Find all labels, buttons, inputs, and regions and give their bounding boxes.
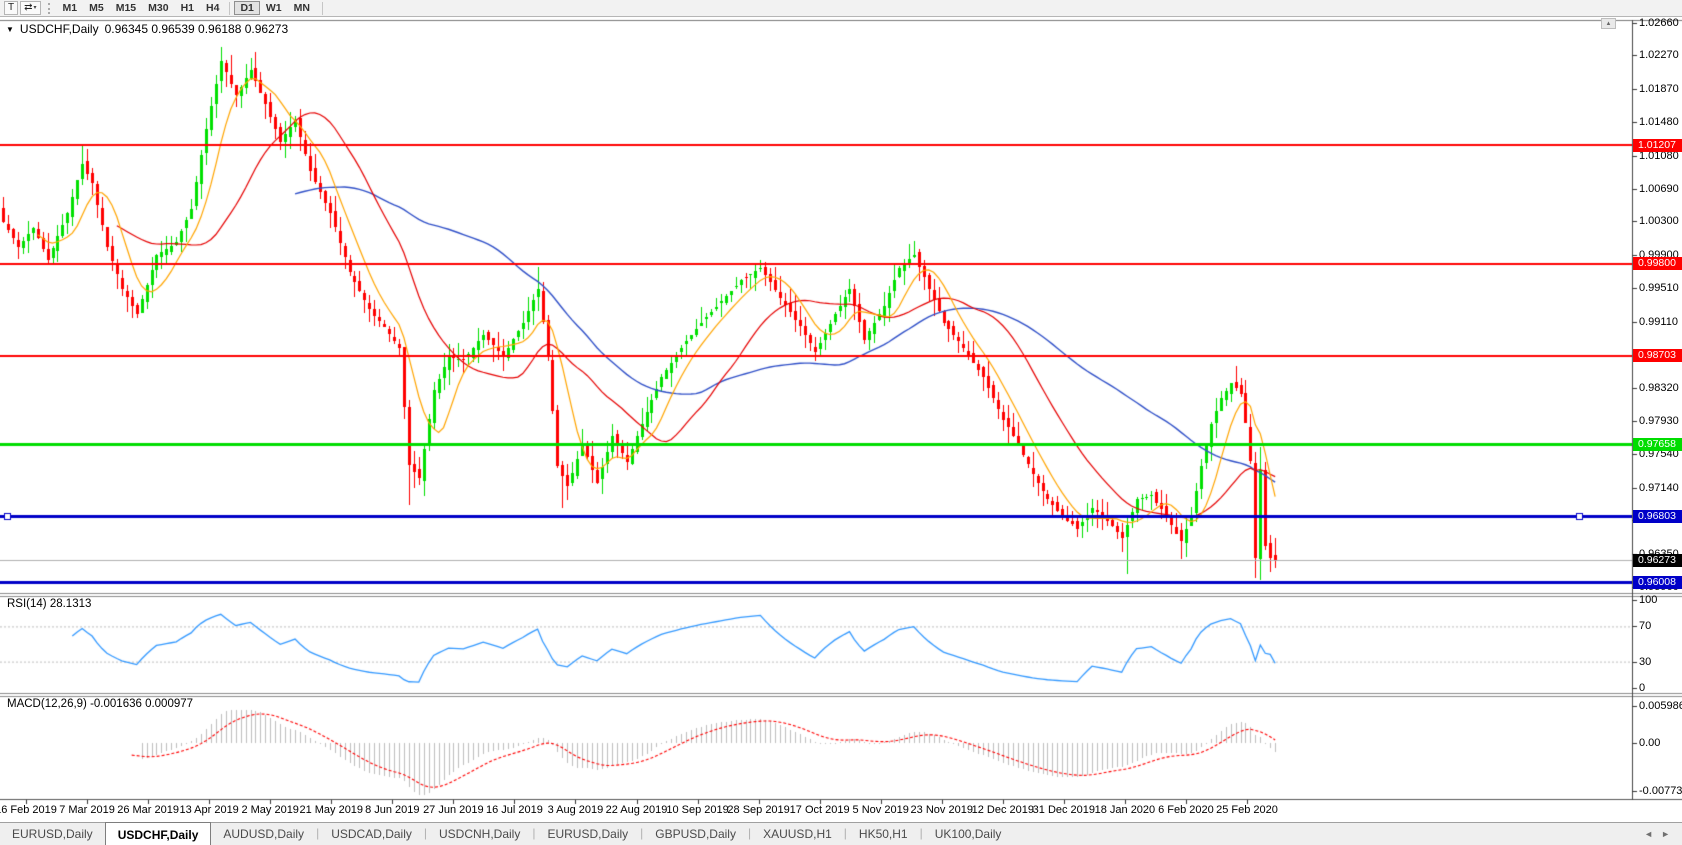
chart-title: ▼ USDCHF,Daily 0.96345 0.96539 0.96188 0… xyxy=(6,22,288,36)
date-label: 27 Jun 2019 xyxy=(423,804,484,816)
tab-xauusd-h1[interactable]: XAUUSD,H1 xyxy=(751,823,844,845)
hline-price-label: 0.96008 xyxy=(1633,576,1682,589)
date-label: 16 Jul 2019 xyxy=(486,804,543,816)
timeframe-button-m30[interactable]: M30 xyxy=(142,1,174,15)
price-axis-tick: 1.00300 xyxy=(1639,215,1679,227)
timeframe-group: M1M5M15M30H1H4 D1W1MN xyxy=(57,1,316,15)
date-label: 17 Oct 2019 xyxy=(790,804,850,816)
timeframe-button-m15[interactable]: M15 xyxy=(110,1,142,15)
chart-canvas[interactable] xyxy=(0,17,1682,822)
price-axis-tick: 0.99110 xyxy=(1639,316,1678,328)
date-label: 2 May 2019 xyxy=(241,804,298,816)
tab-gbpusd-daily[interactable]: GBPUSD,Daily xyxy=(643,823,748,845)
chart-tab-bar: EURUSD,DailyUSDCHF,DailyAUDUSD,Daily|USD… xyxy=(0,822,1682,845)
timeframe-button-h4[interactable]: H4 xyxy=(200,1,225,15)
timeframe-button-w1[interactable]: W1 xyxy=(260,1,288,15)
date-label: 22 Aug 2019 xyxy=(606,804,668,816)
date-label: 12 Dec 2019 xyxy=(972,804,1034,816)
macd-indicator-label: MACD(12,26,9) -0.001636 0.000977 xyxy=(7,698,193,710)
timeframe-button-m5[interactable]: M5 xyxy=(83,1,110,15)
timeframe-button-m1[interactable]: M1 xyxy=(57,1,84,15)
tab-uk100-daily[interactable]: UK100,Daily xyxy=(923,823,1014,845)
macd-axis-tick: 0.00 xyxy=(1639,737,1660,749)
rsi-indicator-label: RSI(14) 28.1313 xyxy=(7,598,91,610)
tab-scroll-right-icon[interactable]: ► xyxy=(1661,829,1670,845)
styler-icon: ⇄ xyxy=(24,2,32,14)
date-label: 25 Feb 2020 xyxy=(1216,804,1278,816)
price-axis-tick: 0.99510 xyxy=(1639,282,1679,294)
price-axis-tick: 1.02660 xyxy=(1639,17,1679,29)
tab-usdcad-daily[interactable]: USDCAD,Daily xyxy=(319,823,424,845)
rsi-axis-tick: 0 xyxy=(1639,682,1645,694)
mt4-window: T ⇄ ▾ M1M5M15M30H1H4 D1W1MN ▼ USDCHF,Dail… xyxy=(0,0,1682,845)
toolbar-grip[interactable] xyxy=(48,3,50,14)
timeframe-button-d1[interactable]: D1 xyxy=(234,1,259,15)
price-axis-tick: 1.02270 xyxy=(1639,49,1679,61)
tab-scroll-arrows: ◄ ► xyxy=(1632,823,1682,845)
hline-price-label: 0.99800 xyxy=(1633,257,1682,270)
current-price-label: 0.96273 xyxy=(1633,554,1682,567)
price-axis-tick: 1.00690 xyxy=(1639,183,1679,195)
date-label: 6 Feb 2020 xyxy=(1158,804,1214,816)
price-axis-tick: 0.97930 xyxy=(1639,415,1679,427)
price-axis-tick: 0.97140 xyxy=(1639,482,1679,494)
tab-eurusd-daily[interactable]: EURUSD,Daily xyxy=(535,823,640,845)
rsi-axis-tick: 30 xyxy=(1639,656,1651,668)
macd-axis-tick: 0.005986 xyxy=(1639,700,1682,712)
rsi-axis-tick: 100 xyxy=(1639,594,1657,606)
chart-ohlc-values: 0.96345 0.96539 0.96188 0.96273 xyxy=(105,22,289,36)
date-label: 3 Aug 2019 xyxy=(548,804,604,816)
date-label: 13 Apr 2019 xyxy=(179,804,238,816)
date-label: 28 Sep 2019 xyxy=(727,804,789,816)
tab-usdchf-daily[interactable]: USDCHF,Daily xyxy=(105,822,212,845)
date-label: 31 Dec 2019 xyxy=(1033,804,1095,816)
toolbar-separator xyxy=(322,2,323,15)
dropdown-caret-icon: ▾ xyxy=(34,2,37,14)
tab-hk50-h1[interactable]: HK50,H1 xyxy=(847,823,920,845)
text-tool-button[interactable]: T xyxy=(4,1,18,15)
price-axis-tick: 1.01480 xyxy=(1639,116,1679,128)
date-label: 7 Mar 2019 xyxy=(59,804,115,816)
date-label: 10 Sep 2019 xyxy=(666,804,728,816)
tab-usdcnh-daily[interactable]: USDCNH,Daily xyxy=(427,823,532,845)
macd-axis-tick: -0.007737 xyxy=(1639,785,1682,797)
tab-scroll-left-icon[interactable]: ◄ xyxy=(1644,829,1653,845)
rsi-axis-tick: 70 xyxy=(1639,620,1651,632)
price-axis-tick: 1.01870 xyxy=(1639,83,1679,95)
date-label: 21 May 2019 xyxy=(299,804,363,816)
date-label: 18 Jan 2020 xyxy=(1095,804,1156,816)
date-label: 26 Mar 2019 xyxy=(117,804,179,816)
price-axis-tick: 0.98320 xyxy=(1639,382,1679,394)
hline-price-label: 0.97658 xyxy=(1633,438,1682,451)
toolbar-separator xyxy=(229,2,230,15)
hline-price-label: 0.98703 xyxy=(1633,349,1682,362)
hline-price-label: 1.01207 xyxy=(1633,139,1682,152)
date-label: 16 Feb 2019 xyxy=(0,804,57,816)
chart-window: ▼ USDCHF,Daily 0.96345 0.96539 0.96188 0… xyxy=(0,17,1682,822)
tab-audusd-daily[interactable]: AUDUSD,Daily xyxy=(211,823,316,845)
top-toolbar: T ⇄ ▾ M1M5M15M30H1H4 D1W1MN xyxy=(0,0,1682,17)
axis-scroll-icon[interactable]: ▲ xyxy=(1601,18,1616,29)
tab-eurusd-daily[interactable]: EURUSD,Daily xyxy=(0,823,105,845)
date-label: 23 Nov 2019 xyxy=(911,804,973,816)
chart-symbol-period: USDCHF,Daily xyxy=(20,22,99,36)
styler-button[interactable]: ⇄ ▾ xyxy=(20,1,40,15)
collapse-arrow-icon[interactable]: ▼ xyxy=(6,25,14,34)
date-label: 8 Jun 2019 xyxy=(365,804,419,816)
chart-tabs: EURUSD,DailyUSDCHF,DailyAUDUSD,Daily|USD… xyxy=(0,823,1013,845)
timeframe-button-mn[interactable]: MN xyxy=(288,1,316,15)
hline-price-label: 0.96803 xyxy=(1633,510,1682,523)
timeframe-button-h1[interactable]: H1 xyxy=(175,1,200,15)
date-label: 5 Nov 2019 xyxy=(853,804,909,816)
